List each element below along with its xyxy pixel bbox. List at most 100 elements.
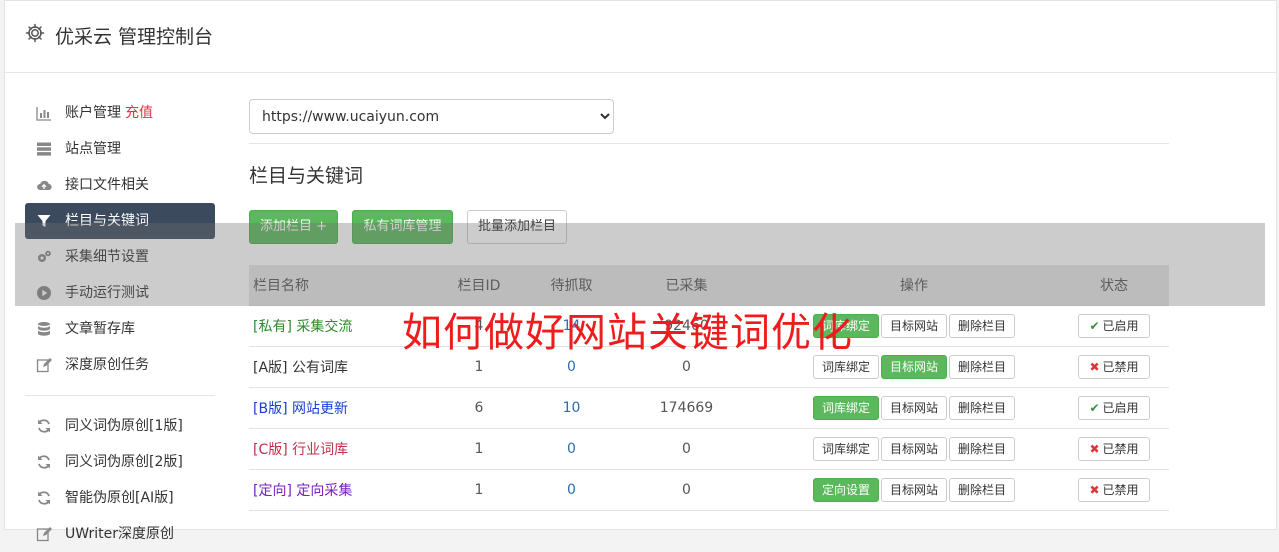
- table-row: [C版] 行业词库 1 0 0 词库绑定 目标网站 删除栏目 ✖ 已禁用: [249, 428, 1169, 470]
- cell-collected: 0: [604, 469, 769, 511]
- column-tag: [B版]: [253, 401, 288, 417]
- cell-column-name[interactable]: [C版] 行业词库: [249, 428, 419, 470]
- cell-collected: 174669: [604, 387, 769, 429]
- refresh-icon: [38, 419, 50, 433]
- check-icon: ✔: [1089, 319, 1100, 333]
- cross-icon: ✖: [1089, 360, 1100, 374]
- cell-column-id: 1: [419, 428, 539, 470]
- gear-icon: [25, 23, 45, 43]
- sidebar-item-label: 账户管理: [65, 105, 121, 121]
- column-name: 网站更新: [291, 401, 348, 417]
- status-label: 已禁用: [1102, 442, 1139, 456]
- sidebar-item-label: UWriter深度原创: [65, 526, 174, 542]
- cell-status: ✔ 已启用: [1059, 305, 1169, 347]
- divider: [249, 143, 1169, 144]
- status-label: 已启用: [1102, 319, 1139, 333]
- cell-status: ✖ 已禁用: [1059, 469, 1169, 511]
- status-badge[interactable]: ✖ 已禁用: [1078, 437, 1150, 461]
- cell-column-name[interactable]: [私有] 采集交流: [249, 305, 419, 347]
- status-label: 已禁用: [1102, 483, 1139, 497]
- page-title: 优采云 管理控制台: [55, 26, 214, 48]
- cell-actions: 词库绑定 目标网站 删除栏目: [769, 387, 1059, 429]
- sidebar-item-label: 深度原创任务: [65, 357, 149, 373]
- cell-status: ✖ 已禁用: [1059, 346, 1169, 388]
- delete-column-button[interactable]: 删除栏目: [949, 314, 1016, 338]
- lexicon-bind-button[interactable]: 词库绑定: [812, 396, 879, 420]
- column-name: 公有词库: [291, 360, 348, 376]
- column-tag: [私有]: [253, 319, 292, 335]
- sidebar-item-label: 站点管理: [65, 141, 121, 157]
- cell-status: ✖ 已禁用: [1059, 428, 1169, 470]
- cell-actions: 词库绑定 目标网站 删除栏目: [769, 428, 1059, 470]
- sidebar-divider: [25, 395, 215, 396]
- table-row: [定向] 定向采集 1 0 0 定向设置 目标网站 删除栏目 ✖ 已禁用: [249, 469, 1169, 511]
- refresh-icon: [38, 455, 50, 469]
- delete-column-button[interactable]: 删除栏目: [949, 478, 1016, 502]
- column-tag: [A版]: [253, 360, 288, 376]
- delete-column-button[interactable]: 删除栏目: [949, 437, 1016, 461]
- delete-column-button[interactable]: 删除栏目: [949, 355, 1016, 379]
- cell-actions: 定向设置 目标网站 删除栏目: [769, 469, 1059, 511]
- cross-icon: ✖: [1089, 483, 1100, 497]
- sidebar-item-deep-original[interactable]: 深度原创任务: [25, 347, 215, 383]
- image-overlay-band: [15, 223, 1265, 306]
- cell-column-name[interactable]: [A版] 公有词库: [249, 346, 419, 388]
- target-site-button[interactable]: 目标网站: [880, 314, 947, 338]
- cell-status: ✔ 已启用: [1059, 387, 1169, 429]
- edit-icon: [36, 358, 52, 373]
- status-badge[interactable]: ✖ 已禁用: [1078, 355, 1150, 379]
- edit-icon: [36, 527, 52, 542]
- column-tag: [C版]: [253, 442, 288, 458]
- lexicon-bind-button[interactable]: 词库绑定: [812, 355, 879, 379]
- database-icon: [38, 322, 50, 336]
- sidebar-item-synonym-v1[interactable]: 同义词伪原创[1版]: [25, 408, 215, 444]
- bar-chart-icon: [36, 107, 51, 121]
- delete-column-button[interactable]: 删除栏目: [949, 396, 1016, 420]
- cell-pending: 0: [539, 428, 604, 470]
- sidebar-item-uwriter[interactable]: UWriter深度原创: [25, 516, 215, 552]
- sidebar-item-account[interactable]: 账户管理 充值: [25, 95, 215, 131]
- cell-column-id: 1: [419, 469, 539, 511]
- target-site-button[interactable]: 目标网站: [880, 396, 947, 420]
- lexicon-bind-button[interactable]: 词库绑定: [812, 437, 879, 461]
- column-name: 采集交流: [296, 319, 353, 335]
- sidebar-item-label: 智能伪原创[AI版]: [65, 490, 174, 506]
- recharge-link[interactable]: 充值: [125, 105, 153, 121]
- lexicon-bind-button[interactable]: 定向设置: [812, 478, 879, 502]
- sidebar-item-api-files[interactable]: 接口文件相关: [25, 167, 215, 203]
- sidebar-item-label: 文章暂存库: [65, 321, 135, 337]
- target-site-button[interactable]: 目标网站: [880, 355, 947, 379]
- cell-column-name[interactable]: [定向] 定向采集: [249, 469, 419, 511]
- status-label: 已禁用: [1102, 360, 1139, 374]
- target-site-button[interactable]: 目标网站: [880, 478, 947, 502]
- cell-pending: 0: [539, 469, 604, 511]
- sidebar: 账户管理 充值 站点管理 接口文件相关 栏目与关键词 采集细节设置 手动运行测试 …: [25, 95, 215, 552]
- server-icon: [37, 142, 51, 156]
- column-tag: [定向]: [253, 483, 292, 499]
- status-badge[interactable]: ✔ 已启用: [1078, 314, 1150, 338]
- watermark-text: 如何做好网站关键词优化: [402, 310, 853, 356]
- section-title: 栏目与关键词: [249, 165, 364, 187]
- status-badge[interactable]: ✔ 已启用: [1078, 396, 1150, 420]
- sidebar-item-ai-rewrite[interactable]: 智能伪原创[AI版]: [25, 480, 215, 516]
- status-badge[interactable]: ✖ 已禁用: [1078, 478, 1150, 502]
- page-header: 优采云 管理控制台: [5, 1, 1276, 73]
- cell-pending: 10: [539, 387, 604, 429]
- sidebar-item-label: 同义词伪原创[1版]: [65, 418, 183, 434]
- column-name: 定向采集: [296, 483, 353, 499]
- cell-collected: 0: [604, 428, 769, 470]
- check-icon: ✔: [1089, 401, 1100, 415]
- cross-icon: ✖: [1089, 442, 1100, 456]
- status-label: 已启用: [1102, 401, 1139, 415]
- sidebar-item-synonym-v2[interactable]: 同义词伪原创[2版]: [25, 444, 215, 480]
- sidebar-item-article-storage[interactable]: 文章暂存库: [25, 311, 215, 347]
- sidebar-item-sites[interactable]: 站点管理: [25, 131, 215, 167]
- target-site-button[interactable]: 目标网站: [880, 437, 947, 461]
- column-name: 行业词库: [292, 442, 349, 458]
- sidebar-item-label: 同义词伪原创[2版]: [65, 454, 183, 470]
- refresh-icon: [38, 491, 50, 505]
- sidebar-item-label: 接口文件相关: [65, 177, 149, 193]
- cell-column-name[interactable]: [B版] 网站更新: [249, 387, 419, 429]
- cloud-upload-icon: [37, 180, 52, 191]
- site-select[interactable]: https://www.ucaiyun.com: [249, 99, 614, 134]
